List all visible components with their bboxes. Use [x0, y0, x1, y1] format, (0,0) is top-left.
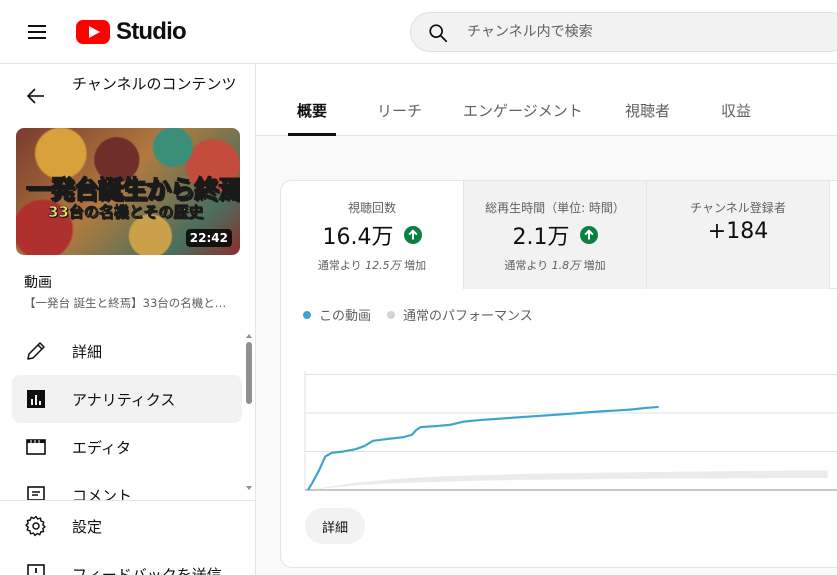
metric-value: +184: [707, 219, 769, 244]
analytics-icon: [27, 390, 45, 408]
logo-text: Studio: [116, 18, 187, 45]
metric-divider: [829, 181, 830, 289]
scroll-down-arrow-icon[interactable]: [246, 486, 252, 490]
trend-up-icon: [579, 226, 598, 244]
back-arrow-icon[interactable]: [24, 84, 48, 108]
thumbnail-caption-sub: 33台の名機とその歴史: [48, 203, 204, 222]
typical-performance-band: [308, 470, 828, 490]
main-content: 概要 リーチ エンゲージメント 視聴者 収益 視聴回数 16.4万 通常より 1…: [256, 64, 837, 575]
gear-icon: [25, 515, 46, 537]
youtube-play-icon: [76, 20, 110, 44]
tab-revenue[interactable]: 収益: [721, 100, 751, 121]
metric-comparison: 通常より 1.8万 増加: [504, 259, 606, 272]
legend-this-video: この動画: [303, 305, 371, 324]
tab-audience[interactable]: 視聴者: [625, 100, 670, 121]
trend-up-icon: [403, 226, 422, 244]
sidebar-scrollbar[interactable]: [245, 334, 253, 494]
metric-value: 2.1万: [512, 225, 570, 250]
hamburger-menu-icon[interactable]: [24, 20, 52, 44]
duration-badge: 22:42: [185, 229, 232, 247]
feedback-icon: [27, 564, 45, 575]
sidebar: チャンネルのコンテンツ 一発台誕生から終焉 33台の名機とその歴史 22:42 …: [0, 64, 256, 575]
sidebar-item-settings[interactable]: 設定: [12, 502, 242, 550]
video-thumbnail[interactable]: 一発台誕生から終焉 33台の名機とその歴史 22:42: [16, 128, 240, 255]
metric-label: 総再生時間（単位: 時間）: [485, 201, 625, 215]
legend-dot-icon: [303, 310, 311, 319]
sidebar-item-label: アナリティクス: [72, 391, 176, 409]
sidebar-item-label: 詳細: [72, 343, 103, 361]
pencil-icon: [27, 342, 45, 360]
metric-comparison: 通常より 12.5万 増加: [317, 259, 427, 272]
scroll-thumb[interactable]: [246, 342, 252, 404]
legend-dot-icon: [387, 310, 396, 319]
legend-typical-performance: 通常のパフォーマンス: [387, 305, 533, 324]
sidebar-item-feedback[interactable]: フィードバックを送信: [12, 550, 242, 575]
metric-value: 16.4万: [322, 225, 394, 250]
tab-overview[interactable]: 概要: [297, 100, 327, 121]
tab-reach[interactable]: リーチ: [377, 100, 422, 121]
top-bar: Studio: [0, 0, 837, 64]
tab-engagement[interactable]: エンゲージメント: [463, 100, 583, 121]
sidebar-item-analytics[interactable]: アナリティクス: [12, 375, 242, 423]
sidebar-item-label: フィードバックを送信: [72, 566, 222, 575]
search-input[interactable]: [467, 13, 827, 51]
studio-logo[interactable]: Studio: [76, 18, 187, 46]
metric-tabs: 視聴回数 16.4万 通常より 12.5万 増加 総再生時間（単位: 時間） 2…: [281, 181, 837, 289]
editor-icon: [26, 439, 46, 455]
metric-subscribers[interactable]: チャンネル登録者 +184: [647, 181, 829, 289]
scroll-up-arrow-icon[interactable]: [246, 334, 252, 338]
search-icon[interactable]: [427, 22, 449, 44]
metric-label: 視聴回数: [347, 201, 396, 215]
metric-views[interactable]: 視聴回数 16.4万 通常より 12.5万 増加: [281, 181, 463, 289]
active-tab-indicator: [288, 133, 336, 136]
views-chart: 024681012: [304, 371, 837, 491]
search-box[interactable]: [410, 12, 837, 52]
video-label: 動画: [24, 275, 52, 291]
sidebar-bottom: 設定 フィードバックを送信: [0, 501, 244, 575]
metric-label: チャンネル登録者: [690, 201, 786, 215]
sidebar-item-label: エディタ: [72, 439, 131, 457]
sidebar-item-details[interactable]: 詳細: [12, 327, 242, 375]
video-title: 【一発台 誕生と終焉】33台の名機と…: [24, 296, 227, 310]
metric-watch-time[interactable]: 総再生時間（単位: 時間） 2.1万 通常より 1.8万 増加: [464, 181, 646, 289]
sidebar-item-label: 設定: [72, 518, 103, 536]
sidebar-item-editor[interactable]: エディタ: [12, 423, 242, 471]
channel-content-title: チャンネルのコンテンツ: [72, 75, 237, 93]
details-button[interactable]: 詳細: [305, 508, 365, 544]
chart-legend: この動画 通常のパフォーマンス: [303, 305, 549, 324]
overview-card: 視聴回数 16.4万 通常より 12.5万 増加 総再生時間（単位: 時間） 2…: [280, 180, 837, 568]
analytics-tabs: 概要 リーチ エンゲージメント 視聴者 収益: [256, 64, 837, 136]
